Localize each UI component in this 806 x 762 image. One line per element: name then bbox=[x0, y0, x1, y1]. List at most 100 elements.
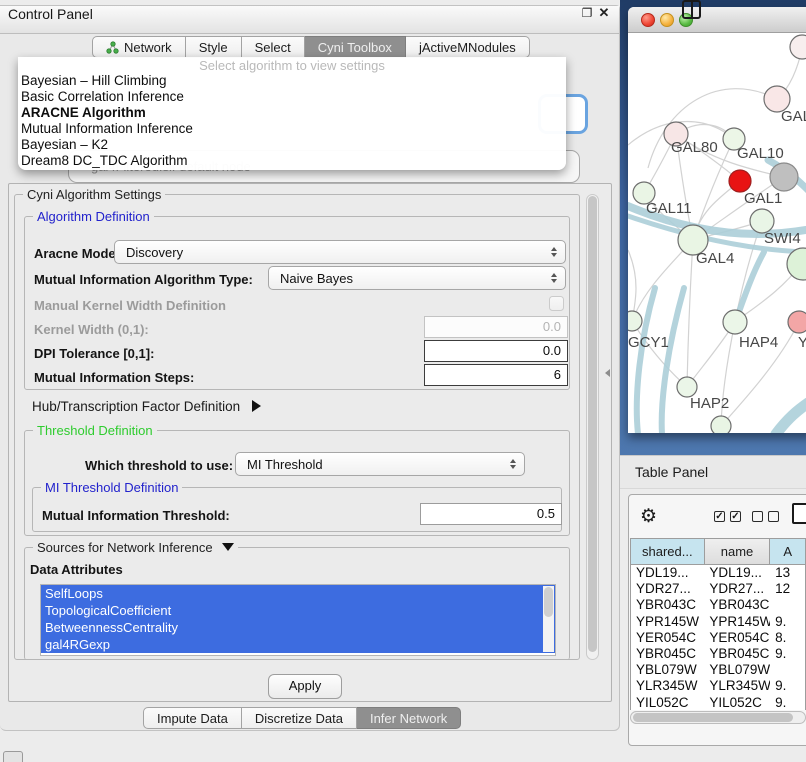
network-window[interactable]: GAL GAL80 GAL10 GAL11 GAL1 SWI4 GAL4 GCY… bbox=[628, 7, 806, 433]
hub-definition-label: Hub/Transcription Factor Definition bbox=[32, 399, 240, 414]
list-item[interactable]: gal4RGexp bbox=[41, 636, 555, 653]
float-panel-icon[interactable]: ❐ bbox=[579, 5, 595, 21]
checked-checkbox-icon[interactable]: ✓ bbox=[730, 511, 741, 522]
dpi-tolerance-input[interactable]: 0.0 bbox=[424, 340, 568, 362]
tab-impute-data[interactable]: Impute Data bbox=[143, 707, 242, 729]
popup-item[interactable]: Bayesian – K2 bbox=[18, 137, 566, 153]
popup-item[interactable]: Mutual Information Inference bbox=[18, 121, 566, 137]
node-label: GAL bbox=[781, 108, 806, 125]
cell: YDL19... bbox=[631, 565, 704, 581]
cell: YBL079W bbox=[631, 662, 704, 678]
which-threshold-combo[interactable]: MI Threshold bbox=[235, 452, 525, 476]
cell: YBR045C bbox=[631, 646, 704, 662]
table-horizontal-scrollbar[interactable] bbox=[630, 711, 806, 724]
data-attributes-list[interactable]: SelfLoops TopologicalCoefficient Between… bbox=[40, 584, 556, 656]
column-header-name[interactable]: name bbox=[705, 539, 771, 565]
kernel-width-input[interactable]: 0.0 bbox=[424, 316, 568, 338]
list-item[interactable]: BetweennessCentrality bbox=[41, 619, 555, 636]
tab-jactivemnodules[interactable]: jActiveMNodules bbox=[406, 36, 530, 58]
network-graph: GAL GAL80 GAL10 GAL11 GAL1 SWI4 GAL4 GCY… bbox=[628, 33, 806, 433]
node-label: GCY1 bbox=[628, 334, 669, 351]
algorithm-definition-title: Algorithm Definition bbox=[33, 209, 154, 224]
popup-item[interactable]: Dream8 DC_TDC Algorithm bbox=[18, 153, 566, 169]
aracne-mode-combo[interactable]: Discovery bbox=[114, 240, 566, 264]
checked-checkbox-icon[interactable]: ✓ bbox=[714, 511, 725, 522]
unchecked-checkbox-icon[interactable] bbox=[752, 511, 763, 522]
table-row[interactable]: YDR27... YDR27... 12 bbox=[631, 581, 805, 597]
table-row[interactable]: YBR045C YBR045C 9. bbox=[631, 646, 805, 662]
cell: 12 bbox=[770, 581, 805, 597]
mi-type-combo[interactable]: Naive Bayes bbox=[268, 266, 566, 290]
mi-threshold-input[interactable]: 0.5 bbox=[420, 503, 562, 525]
tab-select[interactable]: Select bbox=[242, 36, 305, 58]
popup-item[interactable]: Basic Correlation Inference bbox=[18, 89, 566, 105]
node-y[interactable] bbox=[788, 311, 806, 333]
cell: YER054C bbox=[704, 630, 770, 646]
settings-scrollbar-thumb[interactable] bbox=[588, 196, 597, 652]
popup-placeholder: Select algorithm to view settings bbox=[18, 58, 566, 73]
node-gray[interactable] bbox=[770, 163, 798, 191]
list-item[interactable]: TopologicalCoefficient bbox=[41, 602, 555, 619]
application-root: Control Panel ❐ ✕ Network Style Select C… bbox=[0, 0, 806, 762]
tab-discretize-data-label: Discretize Data bbox=[255, 711, 343, 726]
sources-group-title: Sources for Network Inference bbox=[33, 540, 238, 555]
network-canvas[interactable]: GAL GAL80 GAL10 GAL11 GAL1 SWI4 GAL4 GCY… bbox=[628, 33, 806, 433]
list-item[interactable]: SelfLoops bbox=[41, 585, 555, 602]
cell: YLR345W bbox=[704, 678, 770, 694]
node[interactable] bbox=[711, 416, 731, 433]
table-row[interactable]: YPR145W YPR145W 9. bbox=[631, 614, 805, 630]
list-scrollbar[interactable] bbox=[543, 586, 554, 652]
stepper-icon bbox=[551, 247, 557, 257]
list-scrollbar-thumb[interactable] bbox=[544, 587, 553, 617]
column-header-shared-name[interactable]: shared... bbox=[631, 539, 705, 565]
node-hap4[interactable] bbox=[723, 310, 747, 334]
table-row[interactable]: YIL052C YIL052C 9. bbox=[631, 695, 805, 711]
network-icon bbox=[106, 41, 119, 54]
document-icon[interactable] bbox=[792, 503, 806, 524]
table-row[interactable]: YER054C YER054C 8. bbox=[631, 630, 805, 646]
expand-arrow-icon bbox=[252, 400, 261, 412]
close-window-icon[interactable] bbox=[641, 13, 655, 27]
table-row[interactable]: YBR043C YBR043C bbox=[631, 597, 805, 613]
table-row[interactable]: YBL079W YBL079W bbox=[631, 662, 805, 678]
tab-jactivemnodules-label: jActiveMNodules bbox=[419, 40, 516, 55]
cell: YBR045C bbox=[704, 646, 770, 662]
tab-cyni-toolbox-label: Cyni Toolbox bbox=[318, 40, 392, 55]
tab-cyni-toolbox[interactable]: Cyni Toolbox bbox=[305, 36, 406, 58]
close-icon[interactable]: ✕ bbox=[596, 5, 612, 21]
apply-button[interactable]: Apply bbox=[268, 674, 342, 699]
manual-kernel-checkbox[interactable] bbox=[549, 296, 564, 311]
mi-steps-input[interactable]: 6 bbox=[424, 364, 568, 386]
tab-style[interactable]: Style bbox=[186, 36, 242, 58]
popup-item-selected[interactable]: ARACNE Algorithm bbox=[18, 105, 566, 121]
restore-panel-button[interactable] bbox=[3, 751, 23, 762]
cell: YBR043C bbox=[631, 597, 704, 613]
cell: YER054C bbox=[631, 630, 704, 646]
collapse-arrow-icon[interactable] bbox=[222, 543, 234, 551]
node[interactable] bbox=[790, 35, 806, 59]
unchecked-checkbox-icon[interactable] bbox=[768, 511, 779, 522]
column-header-clipped[interactable]: A bbox=[770, 539, 805, 565]
minimize-window-icon[interactable] bbox=[660, 13, 674, 27]
gear-icon[interactable]: ⚙ bbox=[640, 507, 657, 527]
tab-infer-network[interactable]: Infer Network bbox=[357, 707, 461, 729]
cell: 9. bbox=[770, 646, 805, 662]
popup-item[interactable]: Bayesian – Hill Climbing bbox=[18, 73, 566, 89]
settings-scrollbar[interactable] bbox=[586, 194, 599, 660]
splitter-handle[interactable] bbox=[605, 369, 610, 377]
cell bbox=[770, 597, 805, 613]
table-row[interactable]: YLR345W YLR345W 9. bbox=[631, 678, 805, 694]
node-table[interactable]: shared... name A YDL19... YDL19... 13 YD… bbox=[630, 538, 806, 710]
columns-icon-divider bbox=[691, 2, 693, 17]
mi-type-label: Mutual Information Algorithm Type: bbox=[34, 272, 253, 287]
hub-definition-toggle[interactable]: Hub/Transcription Factor Definition bbox=[32, 399, 261, 414]
tab-network[interactable]: Network bbox=[92, 36, 186, 58]
node-selected-red[interactable] bbox=[729, 170, 751, 192]
table-row[interactable]: YDL19... YDL19... 13 bbox=[631, 565, 805, 581]
node-gcy1[interactable] bbox=[628, 311, 642, 331]
tab-discretize-data[interactable]: Discretize Data bbox=[242, 707, 357, 729]
table-scrollbar-thumb[interactable] bbox=[633, 713, 793, 722]
node-hap2[interactable] bbox=[677, 377, 697, 397]
table-panel-titlebar: Table Panel bbox=[620, 455, 806, 489]
columns-icon[interactable] bbox=[682, 0, 701, 19]
